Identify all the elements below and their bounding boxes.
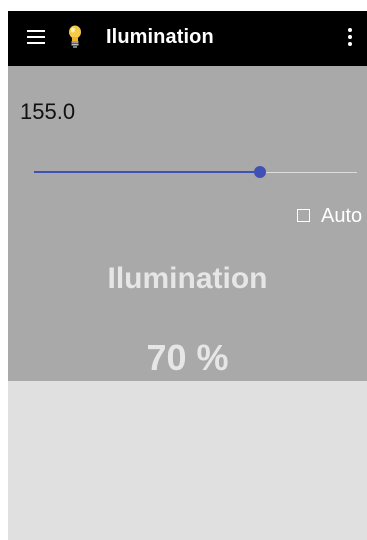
menu-icon[interactable] [27,30,45,44]
checkbox-icon[interactable] [297,209,310,222]
more-vert-icon[interactable] [348,28,352,46]
light-bulb-icon [69,25,81,48]
illumination-slider[interactable] [34,163,357,183]
app-window: Ilumination 155.0 Auto Ilumination 70 % [8,11,367,540]
value-readout: 155.0 [20,99,76,124]
auto-checkbox-label: Auto [321,205,363,227]
slider-thumb[interactable] [254,166,266,178]
section-title: Ilumination [107,262,268,295]
percent-label: 70 % [146,337,229,378]
app-bar: Ilumination [8,11,367,66]
slider-fill [34,171,260,173]
app-title: Ilumination [106,26,214,48]
illumination-panel: 155.0 Auto Ilumination 70 % [8,66,367,381]
